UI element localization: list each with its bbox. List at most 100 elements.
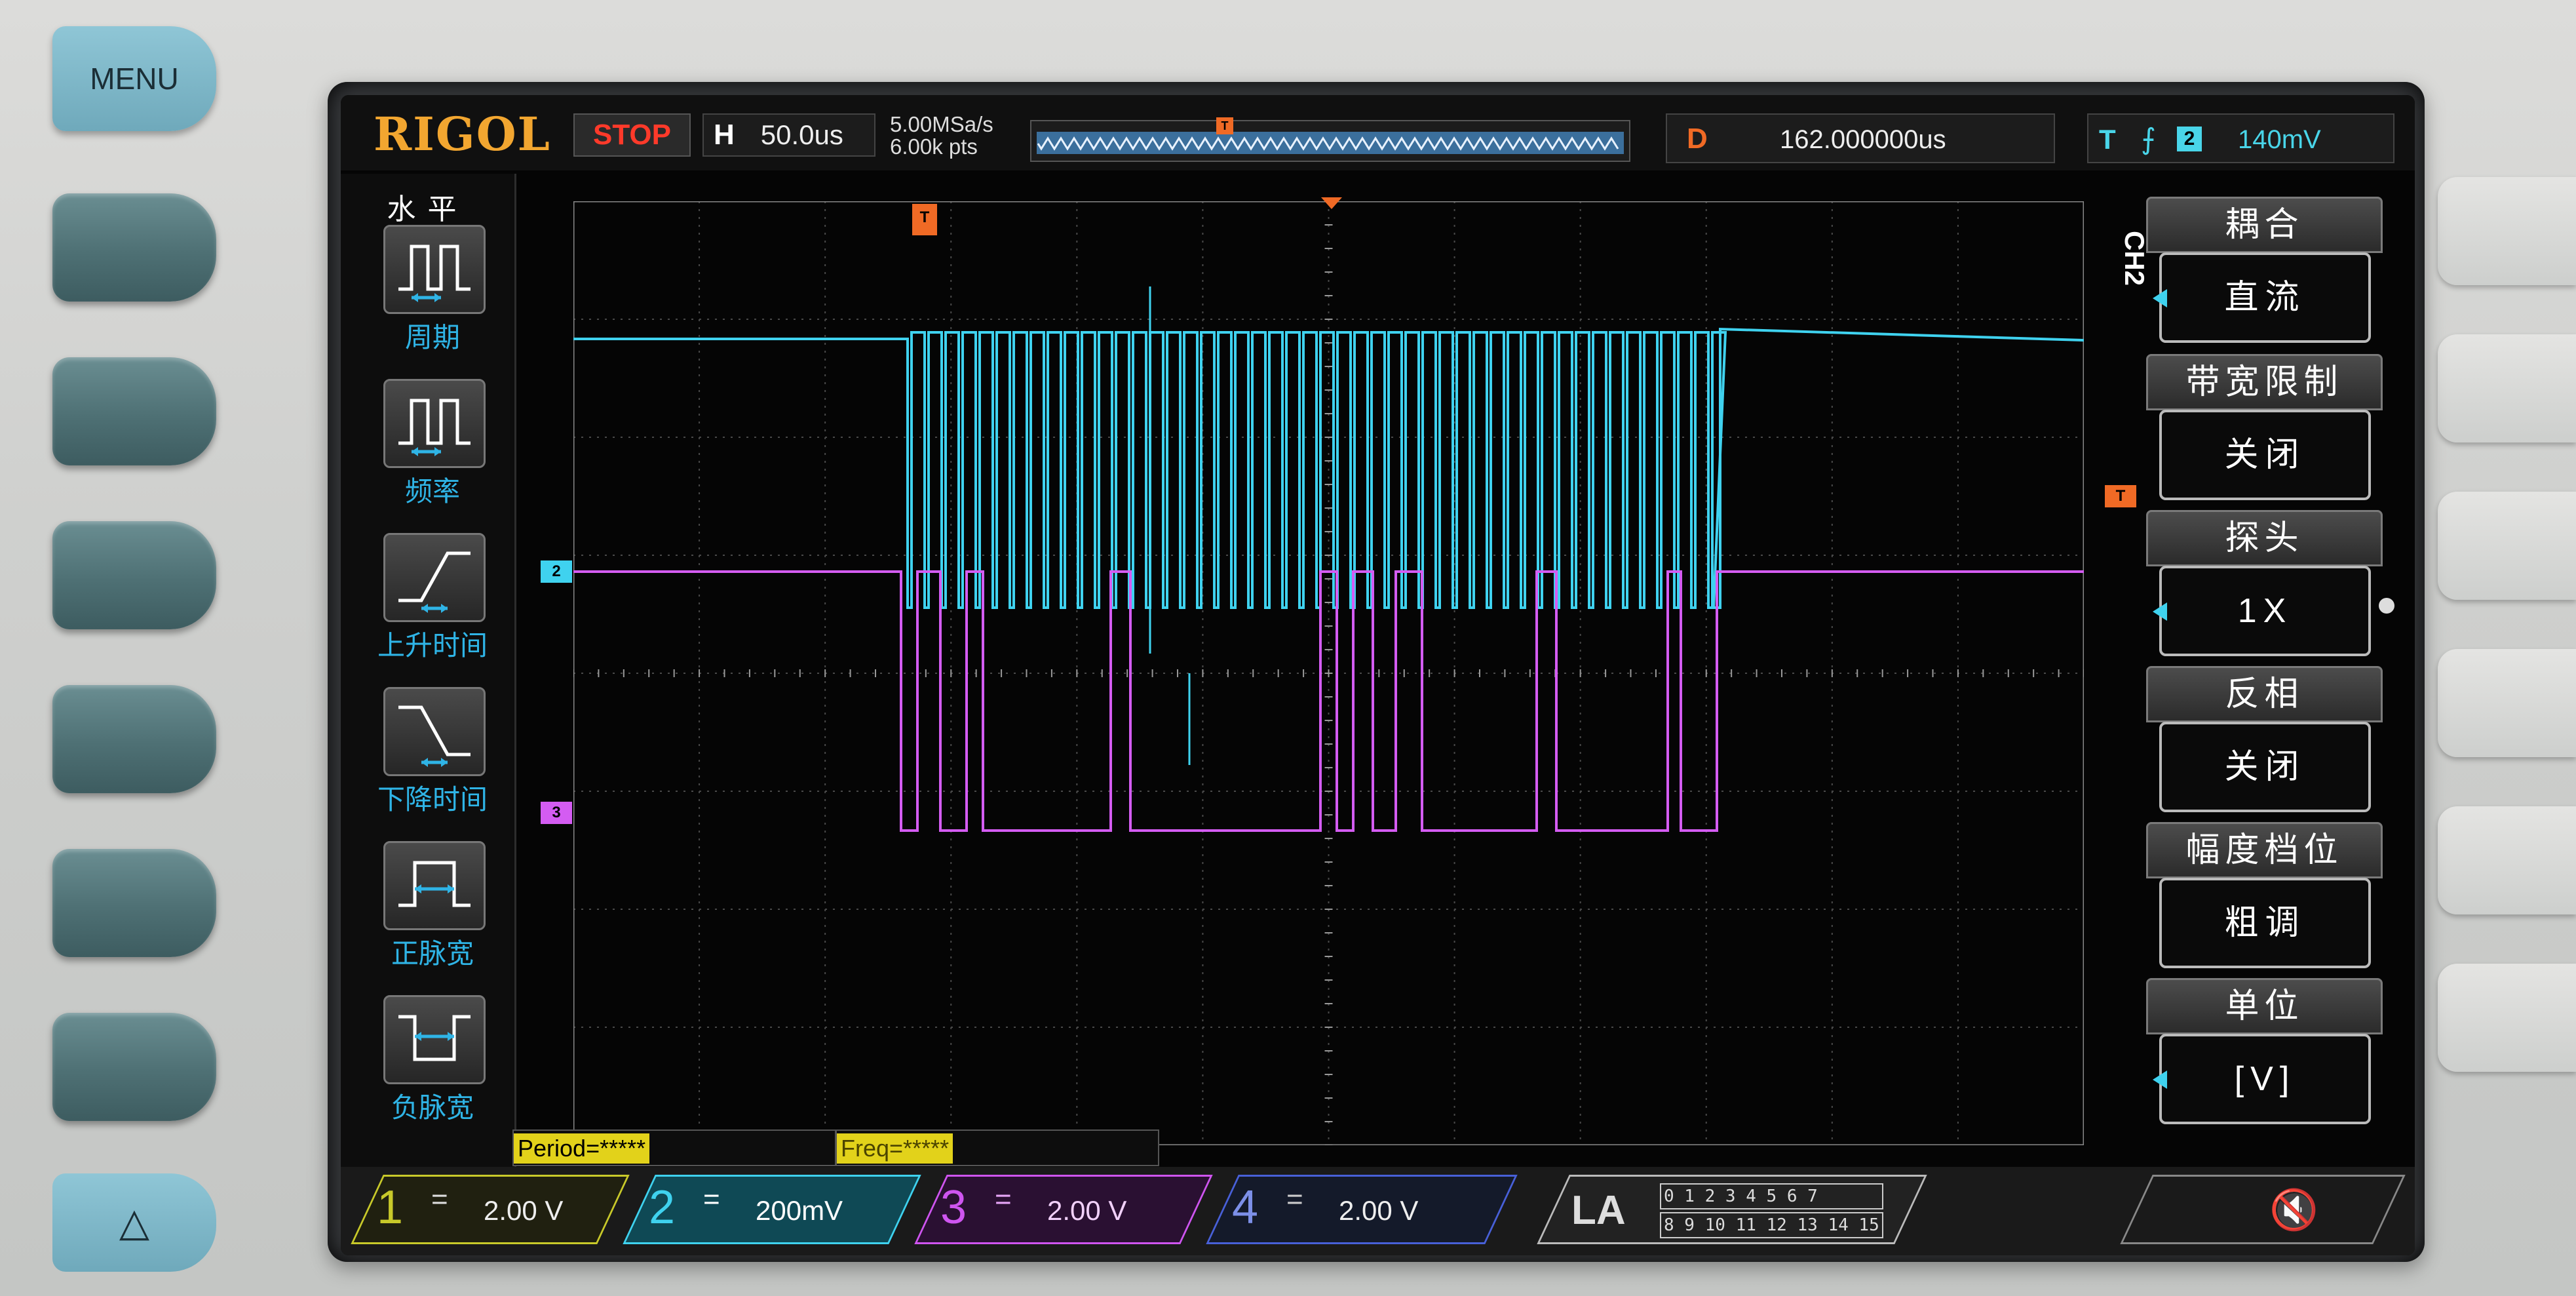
measure-negative-width-item[interactable]: 负脉宽: [364, 995, 495, 1146]
memory-trigger-marker: T: [1216, 117, 1233, 134]
softkey-1-button[interactable]: [52, 193, 216, 302]
right-softkey-4-button[interactable]: [2438, 649, 2576, 757]
measure-positive-width-item[interactable]: 正脉宽: [364, 841, 495, 992]
page-up-button[interactable]: △: [52, 1173, 216, 1272]
volts-div-title: 幅度档位: [2146, 822, 2383, 878]
softkey-2-button[interactable]: [52, 357, 216, 465]
trigger-level-marker[interactable]: T: [2105, 485, 2136, 507]
timebase-readout: H 50.0us: [702, 113, 875, 157]
trigger-position-marker[interactable]: T: [912, 204, 937, 235]
unit-option[interactable]: [V]: [2153, 1034, 2371, 1124]
status-bar: RIGOL STOP H 50.0us 5.00MSa/s 6.00k pts …: [341, 95, 2415, 170]
probe-title: 探头: [2146, 510, 2383, 566]
ch4-number: 4: [1232, 1181, 1259, 1234]
softkey-4-button[interactable]: [52, 685, 216, 793]
la-bit-grid: 0 1 2 3 4 5 6 7 8 9 10 11 12 13 14 15: [1660, 1183, 1883, 1241]
volts-div-value: 粗调: [2224, 904, 2306, 942]
right-softkey-1-button[interactable]: [2438, 177, 2576, 285]
measure-fall-time-item[interactable]: 下降时间: [364, 687, 495, 838]
logic-analyzer-tab[interactable]: LA 0 1 2 3 4 5 6 7 8 9 10 11 12 13 14 15: [1537, 1175, 1927, 1244]
softkey-5-button[interactable]: [52, 849, 216, 957]
probe-value: 1X: [2237, 592, 2293, 630]
ch3-tab[interactable]: 3 = 2.00 V: [914, 1175, 1213, 1244]
la-bits-bottom: 8 9 10 11 12 13 14 15: [1660, 1212, 1883, 1238]
coupling-value: 直流: [2224, 279, 2306, 317]
coupling-arrow-icon: [2153, 289, 2167, 307]
ch3-offset-marker[interactable]: 3: [541, 802, 572, 824]
measure-negative-width-label: 负脉宽: [391, 1092, 474, 1123]
right-softkey-5-button[interactable]: [2438, 806, 2576, 914]
timebase-label: H: [714, 119, 735, 151]
speaker-muted-icon: 🔇: [2269, 1188, 2318, 1232]
ch1-tab[interactable]: 1 = 2.00 V: [351, 1175, 630, 1244]
coupling-option[interactable]: 直流: [2153, 252, 2371, 343]
unit-arrow-icon: [2153, 1070, 2167, 1089]
trigger-source-badge: 2: [2177, 127, 2202, 151]
invert-title: 反相: [2146, 666, 2383, 722]
measure-frequency-label: 频率: [404, 476, 460, 507]
bandwidth-limit-value: 关闭: [2224, 436, 2306, 474]
measure-period-label: 周期: [404, 322, 460, 353]
delay-readout: D 162.000000us: [1666, 113, 2055, 163]
unit-title: 单位: [2146, 978, 2383, 1034]
ch2-tab[interactable]: 2 = 200mV: [623, 1175, 921, 1244]
negative-width-icon: [383, 995, 486, 1084]
channel-bar: 1 = 2.00 V 2 = 200mV 3 = 2.00 V 4 = 2.00: [341, 1167, 2415, 1255]
invert-option[interactable]: 关闭: [2159, 722, 2371, 812]
la-bits-top: 0 1 2 3 4 5 6 7: [1660, 1183, 1883, 1209]
delay-value: 162.000000us: [1780, 125, 1946, 154]
trigger-readout: T ⨍ 2 140mV: [2087, 113, 2394, 163]
coupling-title: 耦合: [2146, 197, 2383, 253]
sample-rate: 5.00MSa/s: [890, 112, 993, 136]
bandwidth-limit-option[interactable]: 关闭: [2159, 410, 2371, 500]
positive-width-icon: [383, 841, 486, 930]
oscilloscope-screen: RIGOL STOP H 50.0us 5.00MSa/s 6.00k pts …: [341, 95, 2415, 1255]
ch2-offset-marker[interactable]: 2: [541, 560, 572, 583]
ch4-tab[interactable]: 4 = 2.00 V: [1206, 1175, 1518, 1244]
period-value: Period=*****: [514, 1133, 650, 1164]
freq-readout: Freq=*****: [836, 1129, 1159, 1166]
unit-value: [V]: [2234, 1060, 2296, 1098]
ch3-number: 3: [940, 1181, 967, 1234]
softkey-3-button[interactable]: [52, 521, 216, 629]
waveform-grid: [573, 201, 2084, 1145]
la-label: LA: [1571, 1188, 1626, 1233]
acquisition-info: 5.00MSa/s 6.00k pts: [890, 113, 993, 158]
measure-frequency-item[interactable]: 频率: [364, 379, 495, 530]
ch3-coupling-icon: =: [995, 1183, 1012, 1215]
fall-time-icon: [383, 687, 486, 776]
sound-toggle[interactable]: 🔇: [2120, 1175, 2406, 1244]
menu-page-indicator: [2379, 598, 2394, 614]
delay-label: D: [1687, 123, 1708, 155]
volts-div-option[interactable]: 粗调: [2159, 878, 2371, 968]
measure-positive-width-label: 正脉宽: [391, 938, 474, 969]
ch4-coupling-icon: =: [1286, 1183, 1303, 1215]
memory-waveform-overview: [1037, 132, 1624, 154]
ch2-coupling-icon: =: [703, 1183, 720, 1215]
measure-rise-time-item[interactable]: 上升时间: [364, 533, 495, 684]
right-softkey-2-button[interactable]: [2438, 334, 2576, 442]
probe-arrow-icon: [2153, 602, 2167, 621]
measure-menu: 水平 周期 频率 上升时间 下降时间 正脉宽 负脉宽: [341, 174, 516, 1216]
period-icon: [383, 225, 486, 314]
right-softkey-3-button[interactable]: [2438, 492, 2576, 600]
ch4-scale: 2.00 V: [1339, 1195, 1419, 1226]
ch2-scale: 200mV: [756, 1195, 843, 1226]
ch2-waveform: [573, 327, 2084, 609]
rise-time-icon: [383, 533, 486, 622]
ch3-scale: 2.00 V: [1047, 1195, 1127, 1226]
ch1-coupling-icon: =: [431, 1183, 448, 1215]
timebase-value: 50.0us: [760, 119, 843, 150]
ch2-menu: CH2 耦合 直流 带宽限制 关闭 探头 1X 反相 关闭 幅度档位 粗调 单位…: [2119, 197, 2392, 1216]
measure-period-item[interactable]: 周期: [364, 225, 495, 376]
center-time-marker: [1321, 197, 1342, 209]
invert-value: 关闭: [2224, 748, 2306, 786]
frequency-icon: [383, 379, 486, 468]
softkey-6-button[interactable]: [52, 1013, 216, 1121]
brand-logo: RIGOL: [374, 107, 551, 161]
right-softkey-6-button[interactable]: [2438, 964, 2576, 1072]
period-readout: Period=*****: [512, 1129, 836, 1166]
menu-button[interactable]: MENU: [52, 26, 216, 131]
freq-value: Freq=*****: [837, 1133, 953, 1164]
probe-option[interactable]: 1X: [2153, 566, 2371, 656]
